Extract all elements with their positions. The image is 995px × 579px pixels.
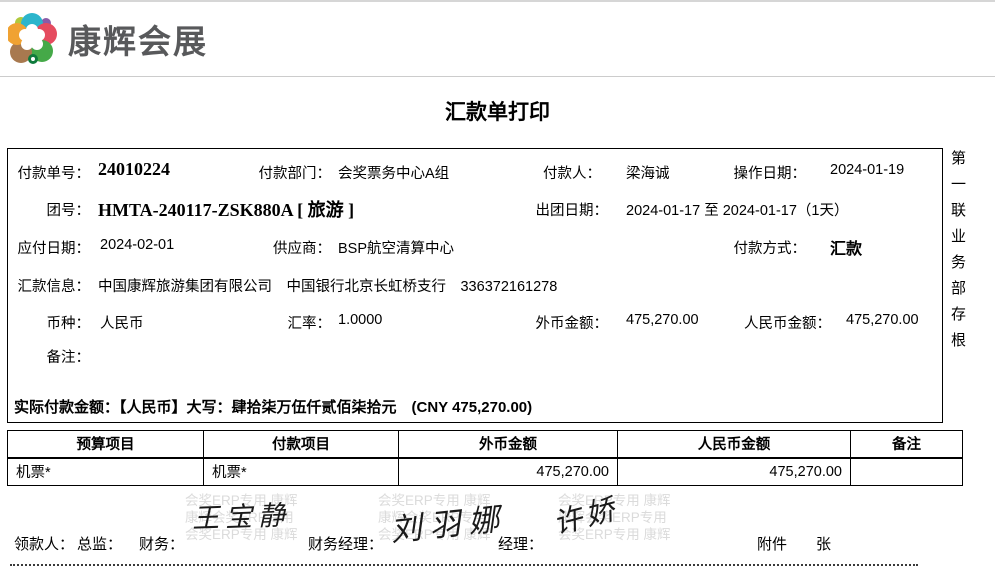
group-no-label: 团号：: [8, 199, 90, 220]
department-value: 会奖票务中心A组: [338, 162, 449, 183]
cny-amount-value: 475,270.00: [846, 312, 919, 328]
op-date-value: 2024-01-19: [830, 162, 904, 178]
payer-value: 梁海诚: [626, 162, 670, 183]
actual-amount-line: 实际付款金额：【人民币】大写：肆拾柒万伍仟贰佰柒拾元 (CNY 475,270.…: [14, 396, 532, 417]
brand-bar: 康辉会展: [0, 0, 995, 77]
group-no-value: HMTA-240117-ZSK880A [ 旅游 ]: [98, 196, 354, 222]
foreign-amount-value: 475,270.00: [626, 312, 699, 328]
table-row: 机票* 机票* 475,270.00 475,270.00: [8, 458, 963, 486]
col-header-remark: 备注: [851, 431, 963, 458]
op-date-label: 操作日期：: [724, 162, 806, 183]
cell-remark: [851, 458, 963, 486]
remit-info-value: 中国康辉旅游集团有限公司 中国银行北京长虹桥支行 336372161278: [98, 275, 557, 296]
remittance-print-page: 康辉会展 汇款单打印 第一联业务部存根 付款单号： 24010224 付款部门：…: [0, 0, 995, 579]
col-header-payment-item: 付款项目: [204, 431, 399, 458]
items-table: 预算项目 付款项目 外币金额 人民币金额 备注 机票* 机票* 475,270.…: [7, 430, 963, 486]
cell-payment-item: 机票*: [204, 458, 399, 486]
rate-value: 1.0000: [338, 312, 382, 328]
remit-info-label: 汇款信息：: [8, 275, 90, 296]
items-table-header-row: 预算项目 付款项目 外币金额 人民币金额 备注: [8, 431, 963, 458]
remark-label: 备注：: [8, 346, 90, 367]
cell-budget-item: 机票*: [8, 458, 204, 486]
finance-signature: 王宝静: [191, 493, 291, 535]
supplier-value: BSP航空清算中心: [338, 237, 454, 258]
cell-foreign-amount: 475,270.00: [399, 458, 618, 486]
signature-footer: 会奖ERP专用 康辉 康辉会奖ERP专用 会奖ERP专用 康辉 会奖ERP专用 …: [0, 487, 995, 579]
currency-value: 人民币: [100, 312, 144, 333]
col-header-cny-amount: 人民币金额: [618, 431, 851, 458]
col-header-budget-item: 预算项目: [8, 431, 204, 458]
tour-date-label: 出团日期：: [526, 199, 608, 220]
department-label: 付款部门：: [238, 162, 331, 183]
payment-no-value: 24010224: [98, 159, 170, 180]
page-title: 汇款单打印: [0, 96, 995, 126]
payer-label: 付款人：: [528, 162, 601, 183]
attachment-label: 附件: [757, 533, 787, 554]
col-header-foreign-amount: 外币金额: [399, 431, 618, 458]
method-label: 付款方式：: [724, 237, 806, 258]
manager-label: 经理：: [498, 533, 543, 554]
tear-line: [10, 564, 918, 566]
brand-name: 康辉会展: [68, 15, 208, 63]
finance-manager-label: 财务经理：: [308, 533, 383, 554]
due-date-label: 应付日期：: [8, 237, 90, 258]
payee-label: 领款人：: [14, 533, 74, 554]
supplier-label: 供应商：: [248, 237, 331, 258]
director-label: 总监：: [77, 533, 122, 554]
currency-label: 币种：: [8, 312, 90, 333]
remittance-form-box: 付款单号： 24010224 付款部门： 会奖票务中心A组 付款人： 梁海诚 操…: [7, 148, 943, 423]
tour-date-value: 2024-01-17 至 2024-01-17（1天）: [626, 199, 848, 220]
cny-amount-label: 人民币金额：: [708, 312, 831, 333]
payment-no-label: 付款单号：: [8, 162, 90, 183]
foreign-amount-label: 外币金额：: [526, 312, 608, 333]
due-date-value: 2024-02-01: [100, 237, 174, 253]
method-value: 汇款: [830, 235, 862, 259]
brand-flower-logo-icon: [8, 12, 58, 66]
cell-cny-amount: 475,270.00: [618, 458, 851, 486]
attachment-unit-label: 张: [816, 533, 831, 554]
rate-label: 汇率：: [248, 312, 331, 333]
finance-label: 财务：: [139, 533, 184, 554]
stub-copy-label: 第一联业务部存根: [947, 150, 968, 390]
